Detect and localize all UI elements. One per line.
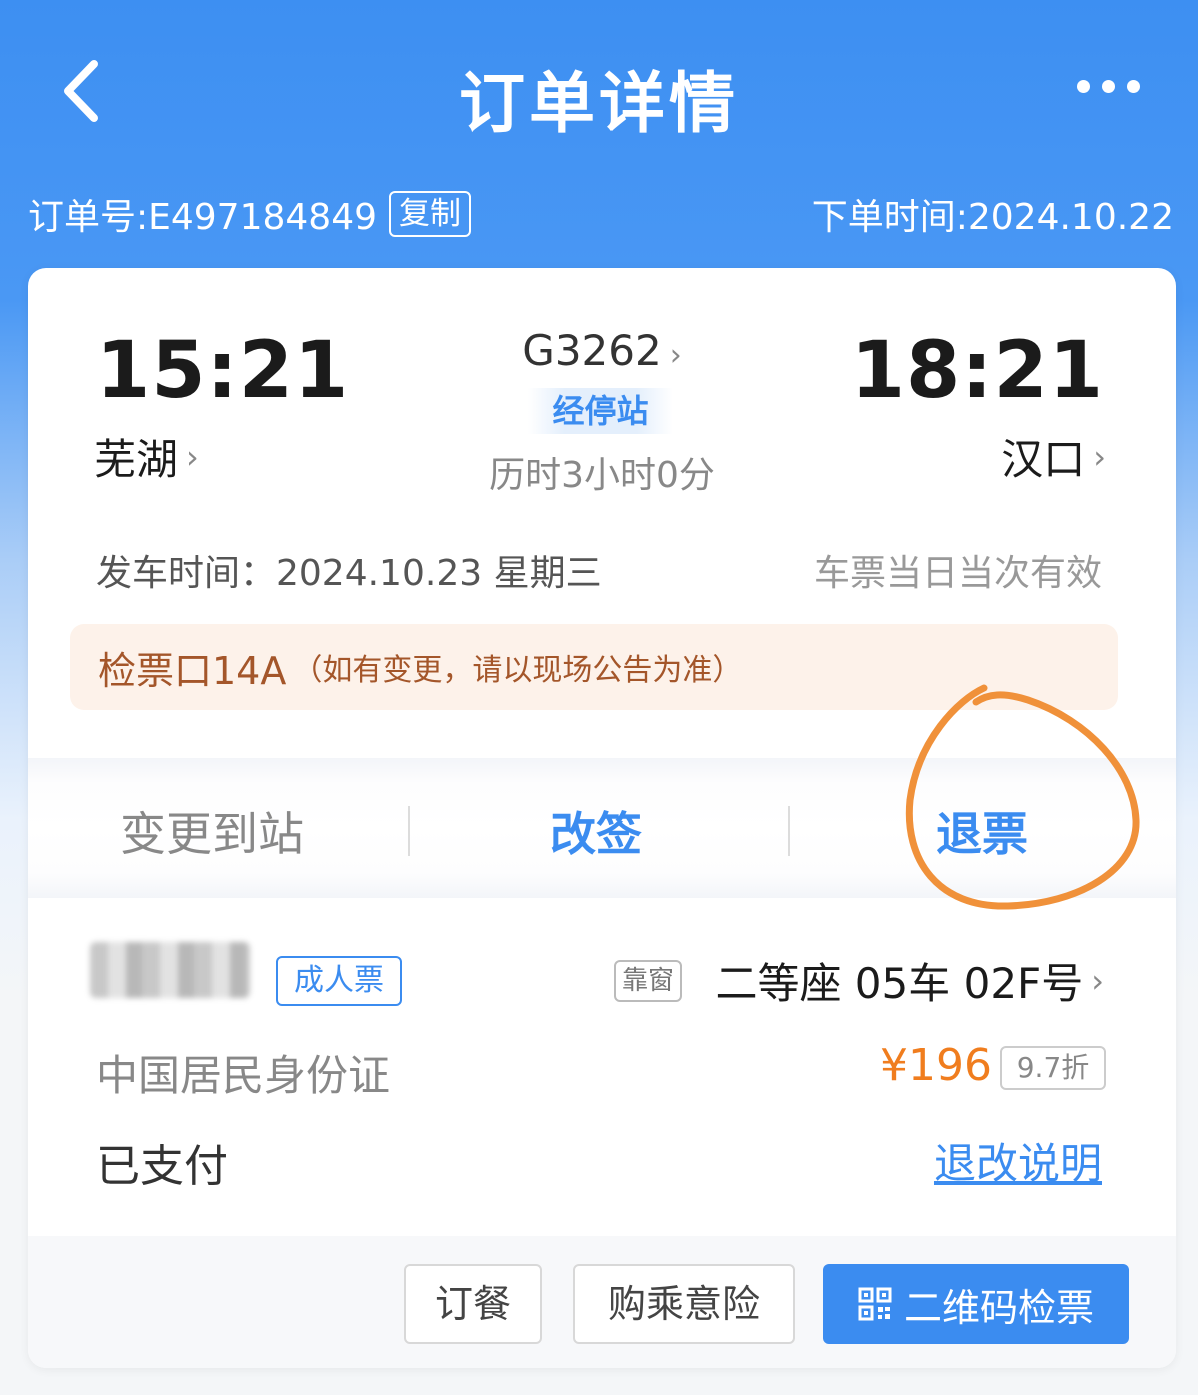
chevron-right-icon: › — [669, 338, 682, 373]
hand-drawn-circle-annotation — [905, 684, 1140, 910]
train-number: G3262 — [522, 326, 662, 375]
buy-insurance-button[interactable]: 购乘意险 — [573, 1264, 795, 1344]
ticket-validity: 车票当日当次有效 — [813, 553, 1102, 594]
discount-badge: 9.7折 — [1000, 1046, 1106, 1090]
seat-info-link[interactable]: 二等座 05车 02F号 › — [715, 950, 1104, 1011]
departure-date: 发车时间：2024.10.23 星期三 — [96, 553, 602, 594]
arrival-time: 18:21 — [850, 326, 1104, 416]
order-time: 下单时间:2024.10.22 — [811, 197, 1174, 238]
arrival-station: 汉口 — [1001, 435, 1086, 484]
refund-policy-link[interactable]: 退改说明 — [934, 1130, 1102, 1191]
window-seat-tag: 靠窗 — [614, 960, 683, 1002]
more-dots-icon[interactable] — [1077, 80, 1140, 100]
stops-button[interactable]: 经停站 — [528, 388, 673, 434]
reschedule-button[interactable]: 改签 — [550, 798, 642, 864]
passenger-name-blurred — [90, 942, 250, 998]
payment-status: 已支付 — [96, 1141, 228, 1192]
chevron-right-icon: › — [1093, 437, 1106, 476]
id-type: 中国居民身份证 — [96, 1051, 391, 1100]
order-meal-button[interactable]: 订餐 — [404, 1264, 542, 1344]
arrival-station-link[interactable]: 汉口 › — [1001, 426, 1106, 487]
divider — [408, 806, 410, 856]
divider — [788, 806, 790, 856]
qr-check-button[interactable]: 二维码检票 — [823, 1264, 1129, 1344]
ticket-type-badge: 成人票 — [276, 956, 402, 1006]
change-station-button[interactable]: 变更到站 — [120, 798, 304, 864]
copy-button[interactable]: 复制 — [389, 191, 472, 237]
ticket-price: ¥196 — [880, 1040, 992, 1091]
order-number-text: 订单号:E497184849 — [28, 197, 378, 238]
qr-code-icon — [858, 1287, 892, 1321]
header-bar: 订单详情 — [0, 0, 1198, 175]
gate-number: 检票口14A — [98, 648, 287, 693]
gate-note: （如有变更，请以现场公告为准） — [292, 653, 743, 688]
qr-check-label: 二维码检票 — [903, 1285, 1094, 1330]
seat-info: 二等座 05车 02F号 — [715, 959, 1084, 1008]
ticket-card: 15:21 芜湖 › G3262 › 经停站 历时3小时0分 18:21 汉口 ›… — [28, 268, 1176, 1368]
chevron-right-icon: › — [1091, 961, 1104, 1000]
order-number: 订单号:E497184849 复制 — [28, 188, 472, 240]
page-title: 订单详情 — [459, 65, 739, 142]
